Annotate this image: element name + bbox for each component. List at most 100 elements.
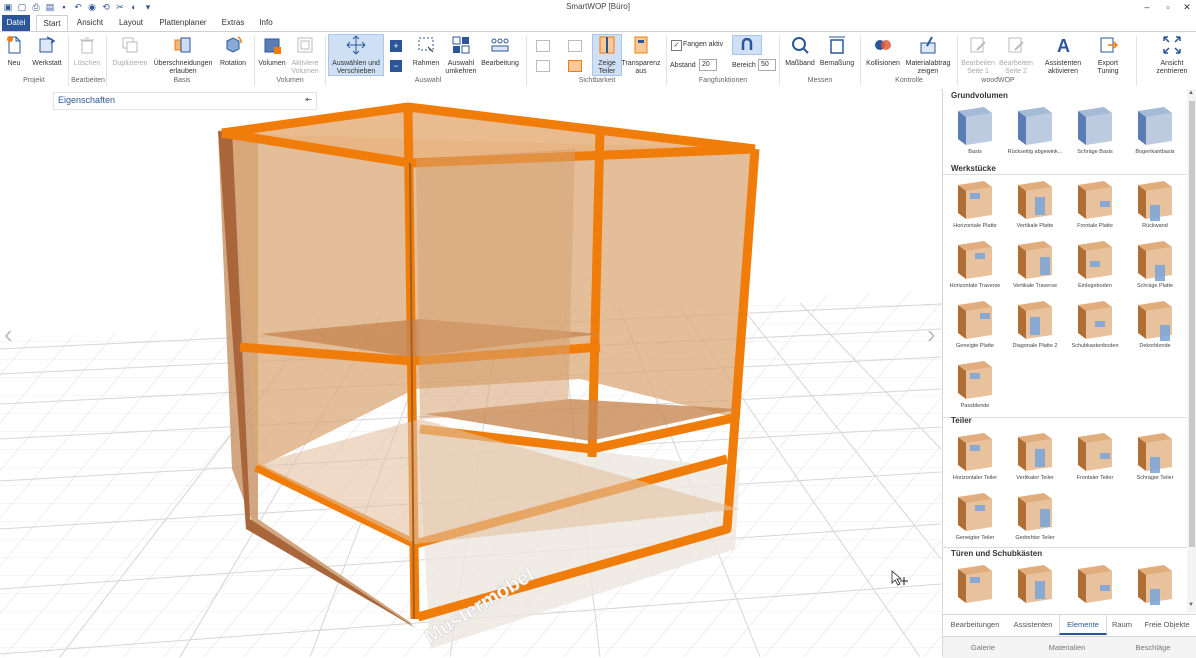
gallery-item[interactable]: [1005, 561, 1065, 613]
gallery-item[interactable]: Geneigte Platte: [945, 297, 1005, 355]
tab-bearbeitungen[interactable]: Bearbeitungen: [943, 615, 1007, 635]
tab-elemente[interactable]: Elemente: [1059, 615, 1107, 635]
gallery-item[interactable]: Horizontale Traverse: [945, 237, 1005, 295]
gallery-item[interactable]: Diagonale Platte 2: [1005, 297, 1065, 355]
gallery-item[interactable]: Frontaler Teiler: [1065, 429, 1125, 487]
dimension-button[interactable]: Bemaßung: [818, 35, 856, 68]
section-title-werkstuecke: Werkstücke: [951, 164, 996, 173]
gallery-item[interactable]: Schubkastenboden: [1065, 297, 1125, 355]
scroll-up-icon[interactable]: ▲: [1188, 90, 1194, 96]
tab-freie-objekte[interactable]: Freie Objekte: [1139, 615, 1195, 635]
edit-button[interactable]: Bearbeitung: [478, 35, 522, 68]
tab-start[interactable]: Start: [36, 15, 68, 32]
tab-ansicht[interactable]: Ansicht: [72, 15, 108, 31]
measure-tape-button[interactable]: Maßband: [782, 35, 818, 68]
element-thumbnail-icon: [1138, 107, 1172, 145]
snap-checkbox[interactable]: ✓: [671, 40, 682, 51]
gallery-item[interactable]: Schräge Platte: [1125, 237, 1185, 295]
gallery-item[interactable]: Vertikaler Teiler: [1005, 429, 1065, 487]
element-thumbnail-icon: [1138, 565, 1172, 607]
3d-viewport[interactable]: Mustermöbel Eigenschaften ⇤ ‹: [0, 89, 941, 657]
gallery-item[interactable]: Passblende: [945, 357, 1005, 415]
edit-side1-button[interactable]: Bearbeiten Seite 1: [960, 35, 996, 76]
activate-volume-button[interactable]: Aktiviere Volumen: [288, 35, 322, 76]
gallery-item[interactable]: Schräger Teiler: [1125, 429, 1185, 487]
gallery-item[interactable]: Horizontaler Teiler: [945, 429, 1005, 487]
scroll-thumb[interactable]: [1189, 101, 1195, 547]
gallery-item[interactable]: Basis: [945, 103, 1005, 161]
element-thumbnail-icon: [1018, 241, 1052, 279]
tab-info[interactable]: Info: [254, 15, 278, 31]
gallery-item-label: Vertikale Platte: [1016, 223, 1054, 229]
gallery-item[interactable]: [1065, 561, 1125, 613]
gallery-item[interactable]: Schräge Basis: [1065, 103, 1125, 161]
scene-canvas[interactable]: Mustermöbel: [0, 89, 941, 657]
transparency-button[interactable]: Transparenz aus: [620, 35, 662, 76]
gallery-item[interactable]: Vertikale Platte: [1005, 177, 1065, 235]
section-title-grundvolumen: Grundvolumen: [951, 91, 1008, 100]
visibility-toggle-2-icon[interactable]: [536, 60, 550, 72]
duplicate-button[interactable]: Duplizieren: [110, 35, 150, 68]
properties-panel[interactable]: Eigenschaften ⇤: [53, 92, 317, 110]
gallery-item[interactable]: Rückwand: [1125, 177, 1185, 235]
gallery-item[interactable]: Gedrehter Teiler: [1005, 489, 1065, 547]
gallery-item[interactable]: Rückseitig abgewink...: [1005, 103, 1065, 161]
tab-extras[interactable]: Extras: [218, 15, 248, 31]
invert-selection-icon: [452, 36, 470, 54]
select-move-button[interactable]: Auswählen und Verschieben: [328, 34, 384, 76]
delete-label: Löschen: [73, 60, 101, 67]
collision-button[interactable]: Kollisionen: [864, 35, 902, 68]
gallery-item[interactable]: Bogenkantbasis: [1125, 103, 1185, 161]
separator: [526, 36, 527, 86]
add-selection-icon[interactable]: +: [390, 40, 402, 52]
gallery-item[interactable]: Einlegeboden: [1065, 237, 1125, 295]
assistant-button[interactable]: A Assistenten aktivieren: [1040, 35, 1086, 76]
tab-galerie[interactable]: Galerie: [943, 637, 1023, 658]
panel-scrollbar[interactable]: ▲ ▼: [1187, 89, 1196, 613]
close-button[interactable]: ✕: [1180, 1, 1194, 13]
scroll-down-icon[interactable]: ▼: [1188, 602, 1194, 608]
group-label-volumen: Volumen: [276, 77, 304, 84]
volume-button[interactable]: Volumen: [256, 35, 288, 68]
gallery-item[interactable]: Frontale Platte: [1065, 177, 1125, 235]
visibility-toggle-1-icon[interactable]: [536, 40, 550, 52]
center-view-button[interactable]: Ansicht zentrieren: [1152, 35, 1192, 76]
gallery-item[interactable]: [1125, 561, 1185, 613]
show-divider-button[interactable]: Zeige Teiler: [592, 34, 622, 76]
tab-beschlaege[interactable]: Beschläge: [1113, 637, 1193, 658]
edit-side2-button[interactable]: Bearbeiten Seite 2: [998, 35, 1034, 76]
gallery-item[interactable]: Geneigter Teiler: [945, 489, 1005, 547]
group-label-basis: Basis: [173, 77, 191, 84]
tab-raum[interactable]: Raum: [1107, 615, 1137, 635]
distance-input[interactable]: 20: [699, 59, 717, 71]
rotation-button[interactable]: Rotation: [216, 35, 250, 68]
remove-selection-icon[interactable]: −: [390, 60, 402, 72]
elements-gallery[interactable]: Grundvolumen Basis Rückseitig abgewink...…: [943, 89, 1187, 613]
workshop-button[interactable]: Werkstatt: [30, 35, 64, 68]
export-button[interactable]: Export Tuning: [1088, 35, 1128, 76]
visibility-toggle-3-icon[interactable]: [568, 40, 582, 52]
gallery-item[interactable]: Dekorblende: [1125, 297, 1185, 355]
tab-datei[interactable]: Datei: [2, 15, 30, 31]
nav-prev-icon[interactable]: ‹: [4, 319, 13, 350]
tab-assistenten[interactable]: Assistenten: [1007, 615, 1059, 635]
magnet-button[interactable]: [732, 35, 762, 55]
tab-materialien[interactable]: Materialien: [1027, 637, 1107, 658]
gallery-item[interactable]: Horizontale Platte: [945, 177, 1005, 235]
new-button[interactable]: Neu: [2, 35, 26, 68]
tab-plattenplaner[interactable]: Plattenplaner: [154, 15, 212, 31]
invert-selection-button[interactable]: Auswahl umkehren: [444, 35, 478, 76]
overlap-button[interactable]: Überschneidungen erlauben: [150, 35, 216, 76]
visibility-toggle-4-icon[interactable]: [568, 60, 582, 72]
material-removal-button[interactable]: Materialabtrag zeigen: [902, 35, 954, 76]
range-input[interactable]: 50: [758, 59, 776, 71]
delete-button[interactable]: Löschen: [72, 35, 102, 68]
tab-layout[interactable]: Layout: [114, 15, 148, 31]
pin-icon[interactable]: ⇤: [305, 95, 312, 104]
minimize-button[interactable]: –: [1140, 1, 1154, 13]
gallery-item[interactable]: [945, 561, 1005, 613]
frame-button[interactable]: Rahmen: [408, 35, 444, 68]
nav-next-icon[interactable]: ›: [927, 319, 936, 350]
gallery-item[interactable]: Vertikale Traverse: [1005, 237, 1065, 295]
maximize-button[interactable]: ▫: [1161, 1, 1175, 13]
